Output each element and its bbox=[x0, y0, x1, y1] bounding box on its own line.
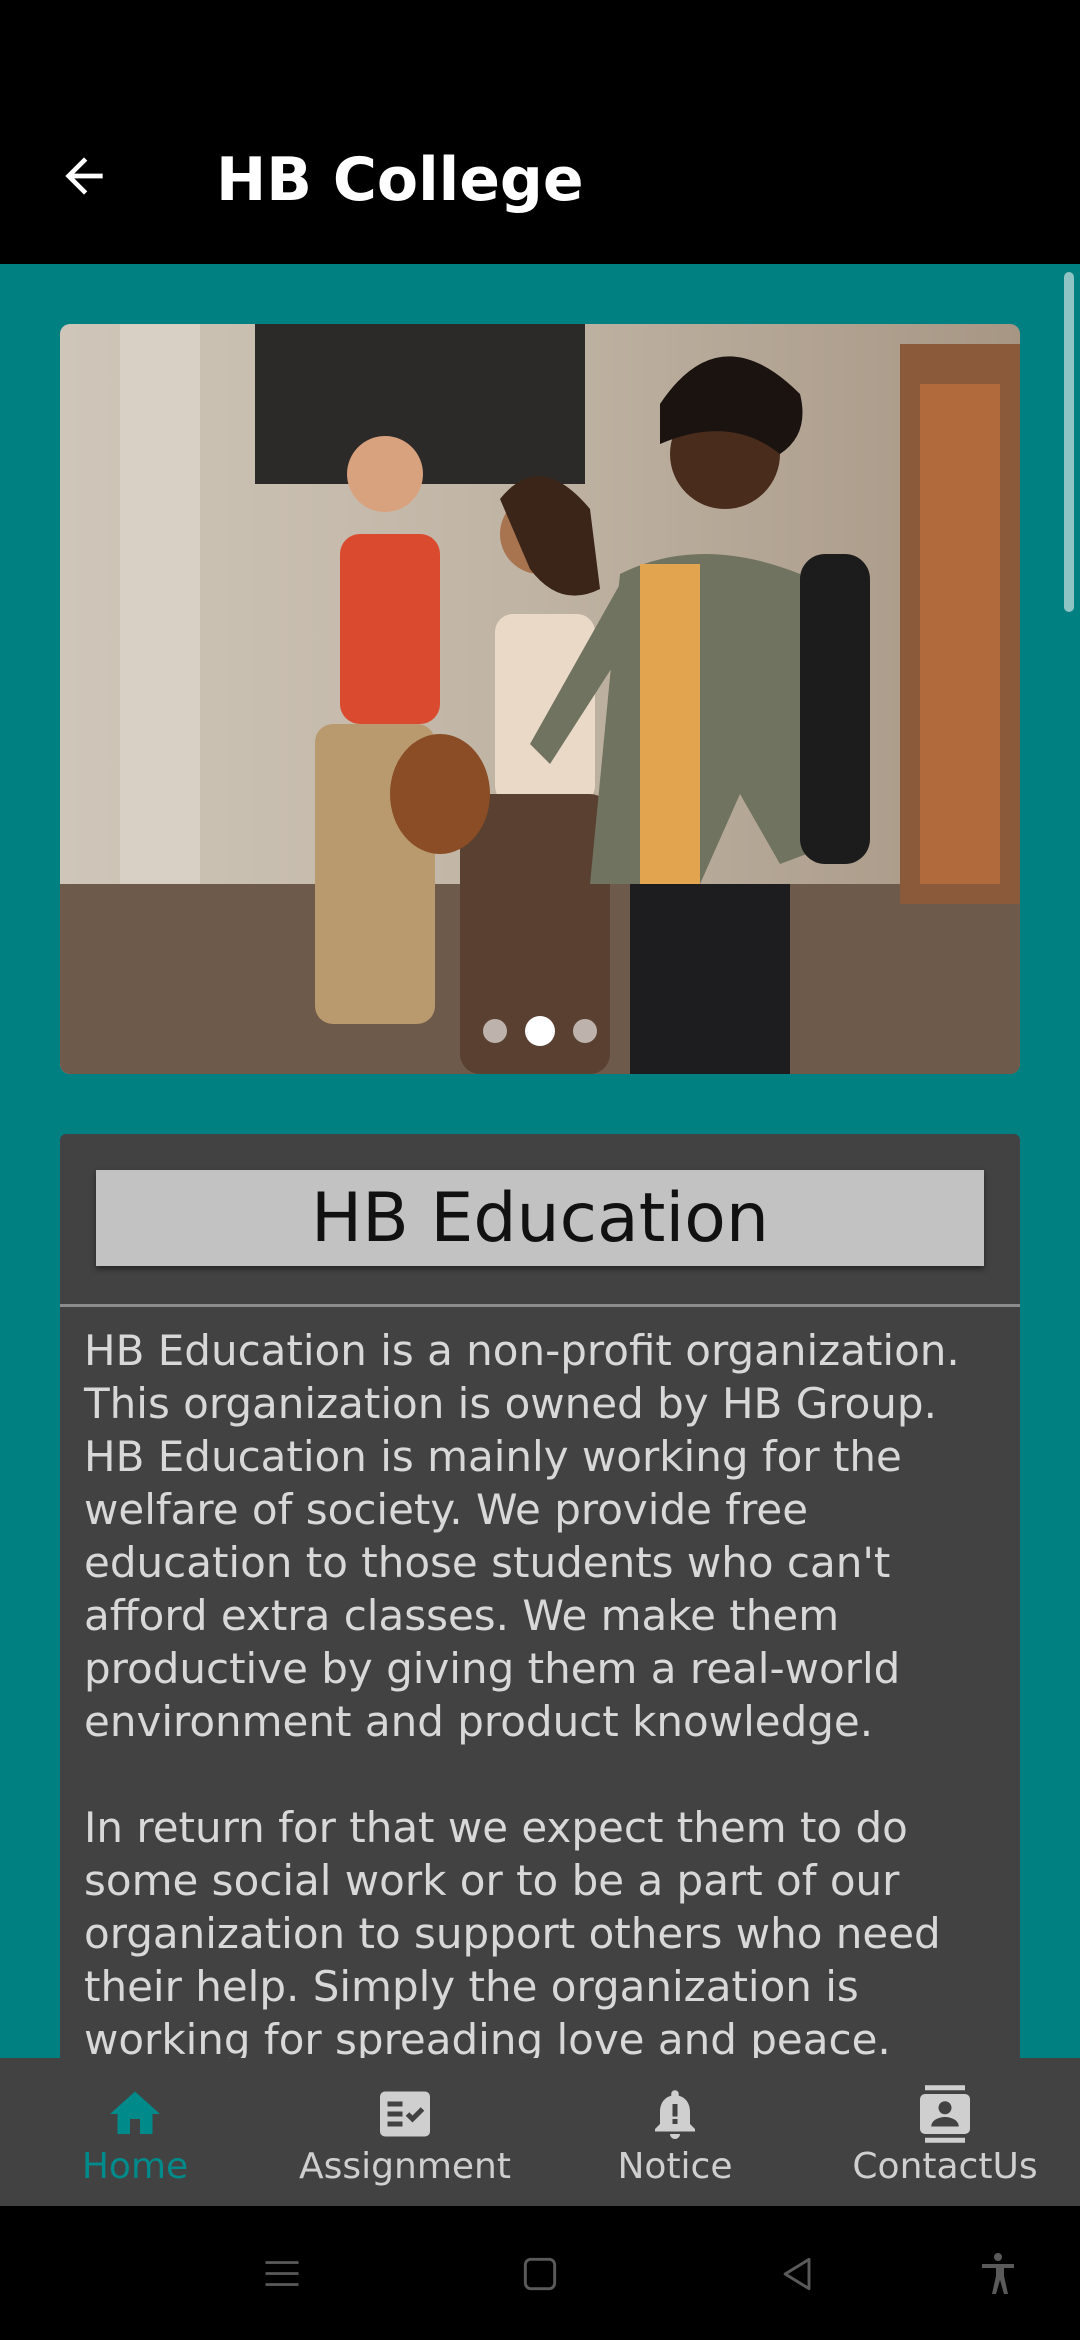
nav-label: ContactUs bbox=[852, 2146, 1038, 2187]
nav-item-home[interactable]: Home bbox=[0, 2058, 270, 2206]
card-paragraph: HB Education is a non-profit organizatio… bbox=[84, 1326, 960, 1746]
card-paragraph: In return for that we expect them to do … bbox=[84, 1803, 941, 2058]
scrollbar[interactable] bbox=[1064, 272, 1074, 612]
nav-label: Notice bbox=[617, 2146, 733, 2187]
contact-card-icon bbox=[913, 2084, 977, 2144]
app-bar: HB College bbox=[0, 90, 1080, 264]
bell-alert-icon bbox=[643, 2084, 707, 2144]
carousel-dot[interactable] bbox=[573, 1019, 597, 1043]
nav-item-assignment[interactable]: Assignment bbox=[270, 2058, 540, 2206]
bottom-navigation: Home Assignment Notice ContactUs bbox=[0, 2058, 1080, 2206]
divider bbox=[60, 1304, 1020, 1307]
carousel-indicators bbox=[60, 1016, 1020, 1046]
image-carousel[interactable] bbox=[60, 324, 1020, 1074]
carousel-dot[interactable] bbox=[483, 1019, 507, 1043]
card-body: HB Education is a non-profit organizatio… bbox=[84, 1324, 1004, 2058]
nav-label: Assignment bbox=[299, 2146, 511, 2187]
nav-item-notice[interactable]: Notice bbox=[540, 2058, 810, 2206]
main-content[interactable]: HB Education HB Education is a non-profi… bbox=[0, 264, 1080, 2058]
menu-icon[interactable] bbox=[250, 2242, 314, 2306]
back-triangle-icon[interactable] bbox=[766, 2242, 830, 2306]
assignment-check-icon bbox=[373, 2084, 437, 2144]
home-icon bbox=[103, 2084, 167, 2144]
nav-label: Home bbox=[81, 2146, 189, 2187]
about-card: HB Education HB Education is a non-profi… bbox=[60, 1134, 1020, 2058]
home-square-icon[interactable] bbox=[508, 2242, 572, 2306]
carousel-dot-active[interactable] bbox=[525, 1016, 555, 1046]
card-heading: HB Education bbox=[311, 1178, 769, 1258]
arrow-back-icon bbox=[65, 157, 103, 195]
card-heading-box: HB Education bbox=[96, 1170, 984, 1266]
back-button[interactable] bbox=[48, 140, 120, 212]
carousel-photo bbox=[60, 324, 1020, 1074]
nav-item-contactus[interactable]: ContactUs bbox=[810, 2058, 1080, 2206]
page-title: HB College bbox=[216, 145, 584, 215]
system-navigation-bar bbox=[0, 2206, 1080, 2340]
accessibility-icon[interactable] bbox=[966, 2242, 1030, 2306]
status-bar bbox=[0, 0, 1080, 90]
